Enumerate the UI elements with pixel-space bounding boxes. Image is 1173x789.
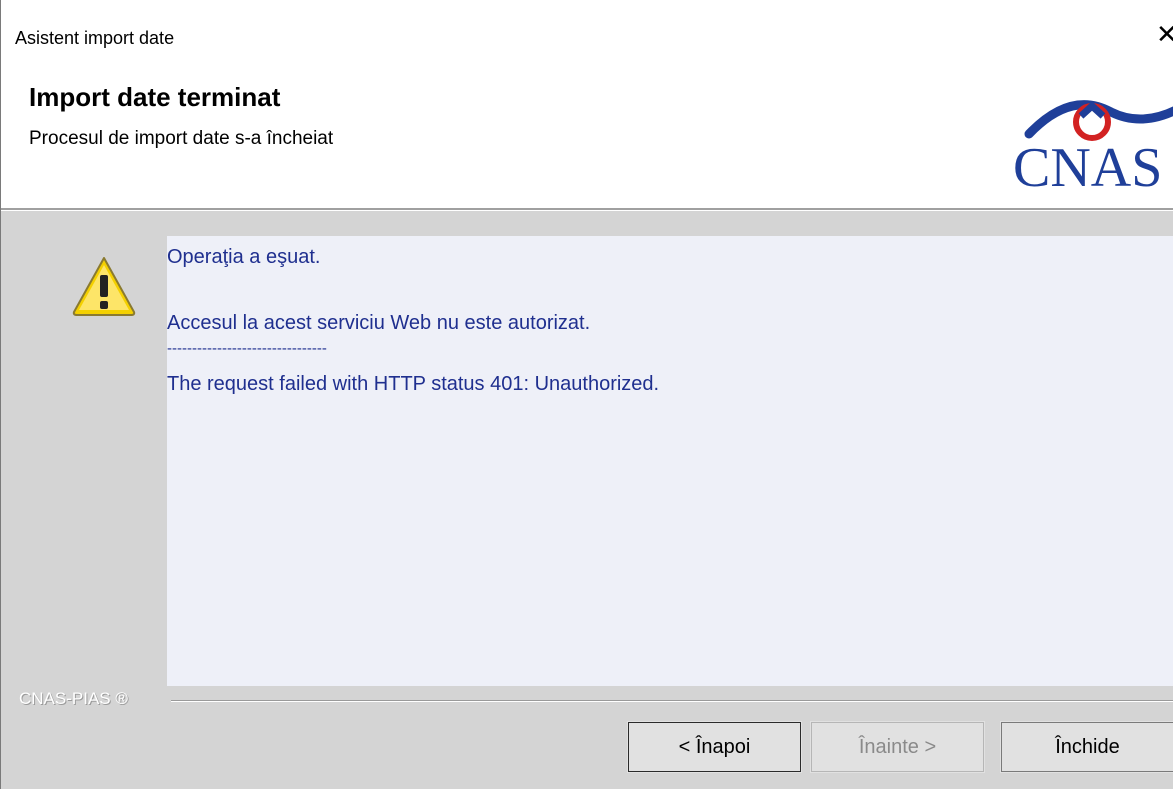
- window-title: Asistent import date: [15, 28, 175, 48]
- message-http-status: The request failed with HTTP status 401:…: [167, 373, 660, 395]
- logo-circle: [1073, 103, 1111, 141]
- message-separator: --------------------------------: [167, 340, 327, 357]
- page-title: Import date terminat: [29, 82, 281, 112]
- wizard-body: Operaţia a eşuat. Accesul la acest servi…: [1, 211, 1173, 789]
- page-subtitle: Procesul de import date s-a încheiat: [29, 128, 334, 149]
- message-error-detail: Accesul la acest serviciu Web nu este au…: [167, 312, 591, 334]
- message-error-title: Operaţia a eşuat.: [167, 246, 321, 268]
- wizard-header: Import date terminat Procesul de import …: [1, 58, 1173, 208]
- brand-label: CNAS-PIAS ®: [19, 689, 128, 708]
- back-button[interactable]: < Înapoi: [627, 721, 802, 773]
- close-icon[interactable]: ✕: [1156, 22, 1173, 48]
- title-bar: Asistent import date ✕: [1, 0, 1173, 58]
- close-button[interactable]: Închide: [1000, 721, 1173, 773]
- logo-text: CNAS: [1013, 137, 1162, 192]
- import-wizard-window: Asistent import date ✕ Import date termi…: [0, 0, 1173, 789]
- footer-divider: [171, 700, 1173, 702]
- cnas-logo: CNAS: [1013, 100, 1173, 192]
- next-button[interactable]: Înainte >: [810, 721, 985, 773]
- warning-icon: [72, 257, 136, 316]
- message-panel: Operaţia a eşuat. Accesul la acest servi…: [167, 236, 1173, 686]
